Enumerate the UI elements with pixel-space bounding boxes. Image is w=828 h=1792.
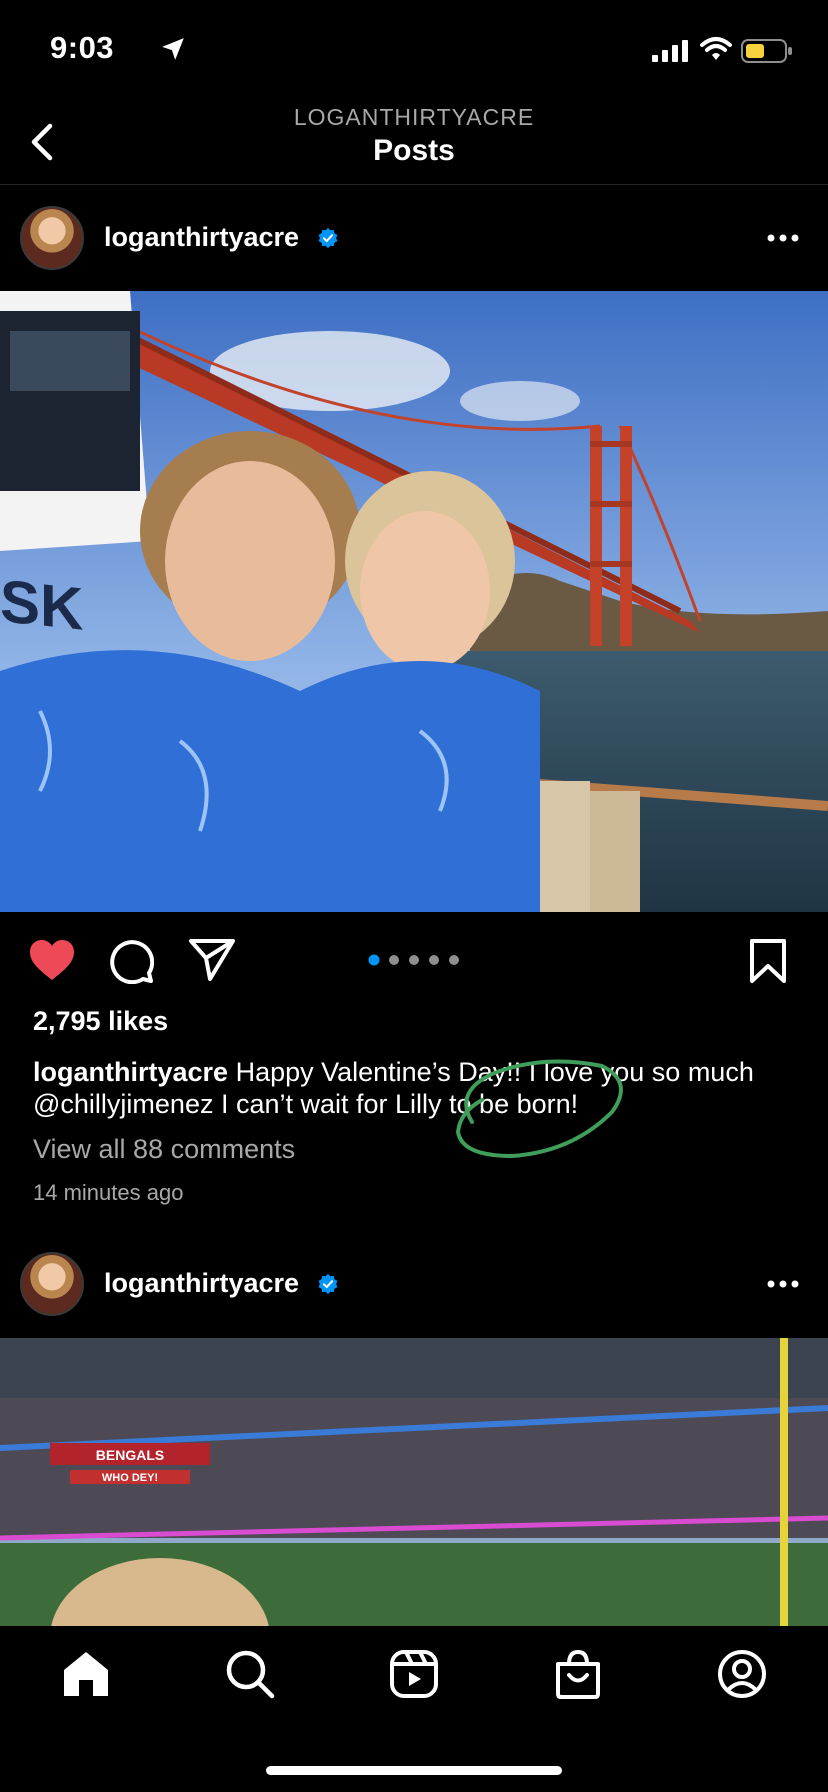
- post-username[interactable]: loganthirtyacre: [104, 1268, 299, 1299]
- comment-icon[interactable]: [108, 938, 154, 984]
- search-icon[interactable]: [224, 1648, 276, 1700]
- more-options-icon[interactable]: [766, 1279, 800, 1289]
- post-timestamp: 14 minutes ago: [33, 1180, 184, 1205]
- avatar[interactable]: [20, 1252, 84, 1316]
- verified-badge-icon: [318, 227, 338, 249]
- shop-icon[interactable]: [552, 1648, 604, 1700]
- post-photo[interactable]: SK: [0, 291, 828, 912]
- caption-username[interactable]: loganthirtyacre: [33, 1057, 228, 1087]
- location-arrow-icon: [162, 38, 184, 60]
- status-time: 9:03: [50, 30, 115, 65]
- stadium-banner-bengals: BENGALS: [96, 1447, 164, 1463]
- like-heart-icon[interactable]: [28, 938, 76, 982]
- avatar[interactable]: [20, 206, 84, 270]
- likes-count[interactable]: 2,795 likes: [33, 1006, 168, 1037]
- view-comments-link[interactable]: View all 88 comments: [33, 1134, 295, 1165]
- reels-icon[interactable]: [388, 1648, 440, 1700]
- home-indicator: [266, 1766, 562, 1775]
- wifi-icon: [700, 37, 732, 60]
- bookmark-icon[interactable]: [748, 938, 788, 984]
- share-paper-plane-icon[interactable]: [188, 938, 236, 982]
- home-icon[interactable]: [60, 1648, 112, 1700]
- header-divider: [0, 184, 828, 185]
- more-options-icon[interactable]: [766, 233, 800, 243]
- cellular-signal-icon: [652, 40, 688, 62]
- verified-badge-icon: [318, 1273, 338, 1295]
- battery-icon: [741, 39, 792, 63]
- carousel-indicator: [368, 954, 459, 966]
- post-username[interactable]: loganthirtyacre: [104, 222, 299, 253]
- stadium-banner-whodey: WHO DEY!: [102, 1472, 158, 1484]
- post-photo[interactable]: BENGALS WHO DEY!: [0, 1338, 828, 1626]
- svg-text:SK: SK: [0, 567, 83, 643]
- header-username: LOGANTHIRTYACRE: [293, 104, 535, 130]
- page-title: Posts: [373, 134, 455, 167]
- post-caption: loganthirtyacre Happy Valentine’s Day!! …: [33, 1056, 793, 1120]
- profile-icon[interactable]: [716, 1648, 768, 1700]
